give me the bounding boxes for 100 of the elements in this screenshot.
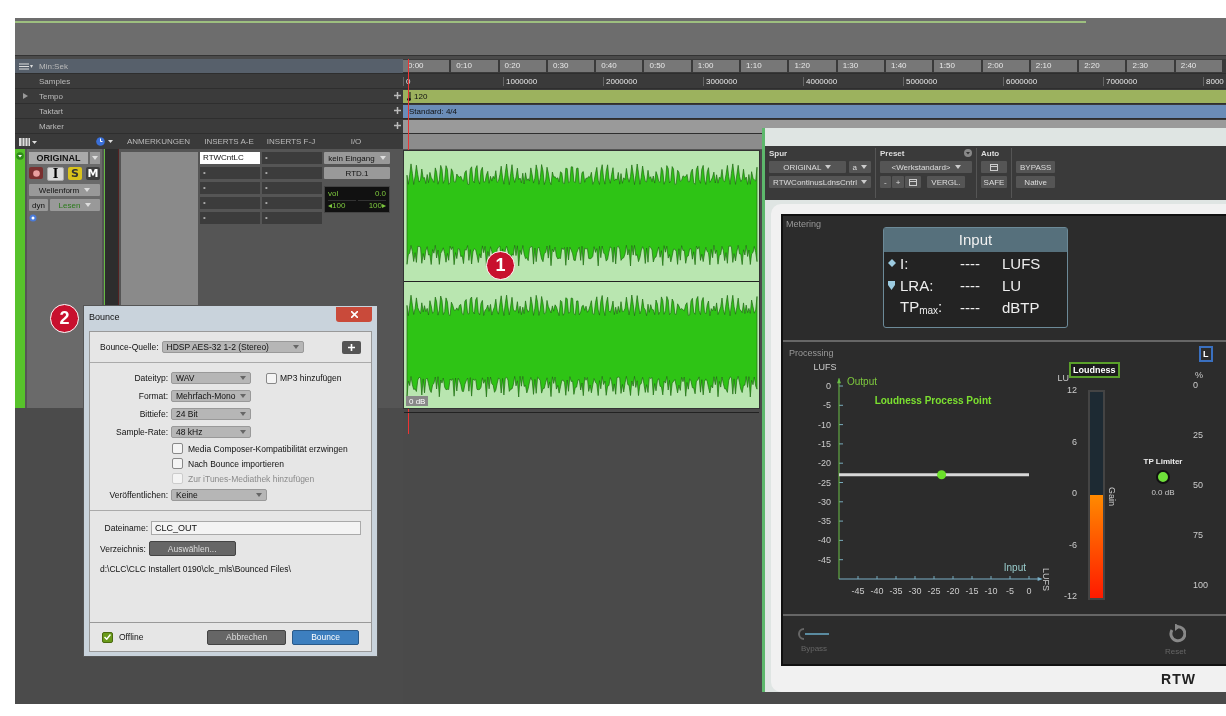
track-dropdown[interactable]: ORIGINAL — [769, 161, 846, 173]
ruler-row[interactable]: Min:Sek — [15, 59, 403, 74]
previous-preset-button[interactable]: - — [880, 176, 891, 188]
add-icon[interactable] — [394, 122, 401, 129]
tick-label: 100 — [1193, 580, 1209, 590]
column-header: INSERTS A-E — [203, 137, 255, 146]
cancel-button[interactable]: Abbrechen — [207, 629, 287, 645]
samples-ruler-label: 4000000 — [803, 76, 903, 86]
section-label: Preset — [880, 148, 905, 158]
insert-slot[interactable]: • — [200, 197, 260, 209]
bypass-button[interactable]: BYPASS — [1016, 161, 1056, 173]
caret-icon — [240, 430, 246, 434]
tick-label: -20 — [946, 586, 960, 596]
close-button[interactable] — [336, 306, 372, 322]
ruler-row[interactable]: Marker — [15, 119, 403, 134]
checkbox[interactable] — [172, 458, 183, 469]
source-dropdown[interactable]: HDSP AES-32 1-2 (Stereo) — [161, 341, 304, 353]
checkbox[interactable] — [102, 631, 113, 643]
add-button[interactable] — [342, 340, 361, 354]
caret-icon — [92, 156, 98, 160]
axis-title: Input — [1003, 562, 1026, 573]
publish-dropdown[interactable]: Keine — [171, 489, 267, 501]
primary-button[interactable]: Bounce — [292, 629, 359, 645]
insert-slot[interactable]: • — [262, 212, 322, 224]
expand-icon[interactable] — [23, 93, 28, 99]
caret-icon — [84, 188, 91, 192]
add-icon[interactable] — [394, 92, 401, 99]
pin-icon — [888, 280, 895, 290]
time-ruler-label: 0:50 — [644, 60, 691, 72]
filename-field[interactable]: CLC_OUT — [151, 521, 361, 535]
tempo-value: 120 — [414, 91, 428, 101]
track-name[interactable]: ORIGINAL — [29, 152, 88, 164]
track-letter-dropdown[interactable]: a — [848, 161, 871, 173]
choose-button[interactable]: Auswählen... — [148, 541, 236, 556]
field-label: Sample-Rate: — [115, 427, 168, 437]
window-icon — [990, 163, 998, 171]
insert-slot[interactable]: • — [262, 152, 322, 164]
caret-icon — [861, 165, 867, 169]
checkbox[interactable] — [266, 372, 277, 384]
tick-label: 0 — [1026, 586, 1032, 596]
volume-label: vol — [328, 189, 340, 198]
insert-slot[interactable]: • — [200, 212, 260, 224]
tick-label: 12 — [1067, 385, 1077, 395]
view-icon[interactable] — [19, 137, 37, 146]
bypass-icon[interactable] — [797, 627, 831, 641]
native-button[interactable]: Native — [1016, 176, 1056, 188]
option-dropdown[interactable]: Mehrfach-Mono — [171, 390, 251, 402]
note-icon — [407, 91, 412, 101]
output-dropdown[interactable]: RTD.1 — [324, 167, 390, 179]
insert-slot[interactable]: • — [262, 167, 322, 179]
solo-button[interactable]: S — [68, 167, 82, 180]
insert-slot[interactable]: RTWCntLC — [200, 152, 260, 164]
field-label: Veröffentlichen: — [108, 490, 168, 500]
tick-label: -6 — [1069, 539, 1077, 550]
compare-button[interactable]: VERGL. — [927, 176, 965, 188]
process-point[interactable] — [937, 470, 947, 480]
field-label: Dateiname: — [103, 523, 148, 533]
automation-button[interactable] — [981, 161, 1007, 173]
tick-label: -10 — [984, 586, 998, 596]
ruler-row[interactable]: Samples — [15, 74, 403, 89]
samples-ruler-label: 5000000 — [903, 76, 1003, 86]
clock-icon[interactable] — [96, 137, 114, 146]
meter-value: ---- — [960, 276, 981, 294]
mute-button[interactable]: M — [86, 167, 100, 180]
ruler-row[interactable]: Taktart — [15, 104, 403, 119]
link-icon[interactable] — [29, 214, 37, 222]
dyn-button[interactable]: dyn — [29, 199, 48, 211]
input-dropdown[interactable]: kein Eingang — [324, 152, 390, 164]
collapse-icon[interactable] — [16, 152, 24, 160]
ruler-row[interactable]: Tempo — [15, 89, 403, 104]
meter-unit: LUFS — [1002, 254, 1042, 272]
pan-left-value[interactable]: ◂100 — [328, 200, 356, 210]
insert-slot[interactable]: • — [262, 182, 322, 194]
section-label: Auto — [981, 148, 1001, 158]
caret-icon — [85, 203, 92, 207]
meter-value: ---- — [960, 298, 981, 316]
clip-gain-label[interactable]: 0 dB — [406, 396, 429, 406]
safe-button[interactable]: SAFE — [981, 176, 1007, 188]
view-dropdown[interactable]: Wellenform — [29, 184, 100, 196]
menu-icon[interactable] — [19, 62, 33, 70]
ruler-label: Taktart — [39, 106, 63, 116]
insert-slot[interactable]: • — [200, 167, 260, 179]
insert-slot[interactable]: • — [200, 182, 260, 194]
field-label: Format: — [137, 391, 168, 401]
pan-right-value[interactable]: 100▸ — [358, 200, 386, 210]
next-preset-button[interactable]: + — [891, 176, 905, 188]
plugin-dropdown[interactable]: RTWContinusLdnsCntrl — [769, 176, 871, 188]
preset-dropdown[interactable]: <Werkstandard> — [880, 161, 972, 173]
option-dropdown[interactable]: 48 kHz — [171, 426, 251, 438]
tick-label: 0 — [1072, 488, 1077, 498]
input-button[interactable]: I — [47, 167, 64, 181]
option-dropdown[interactable]: WAV — [171, 372, 251, 384]
column-header: INSERTS F-J — [265, 137, 317, 146]
menu-icon[interactable] — [964, 149, 972, 157]
option-dropdown[interactable]: 24 Bit — [171, 408, 251, 420]
copy-button[interactable] — [905, 176, 922, 188]
add-icon[interactable] — [394, 107, 401, 114]
record-button[interactable] — [29, 167, 43, 179]
checkbox[interactable] — [172, 443, 183, 454]
insert-slot[interactable]: • — [262, 197, 322, 209]
